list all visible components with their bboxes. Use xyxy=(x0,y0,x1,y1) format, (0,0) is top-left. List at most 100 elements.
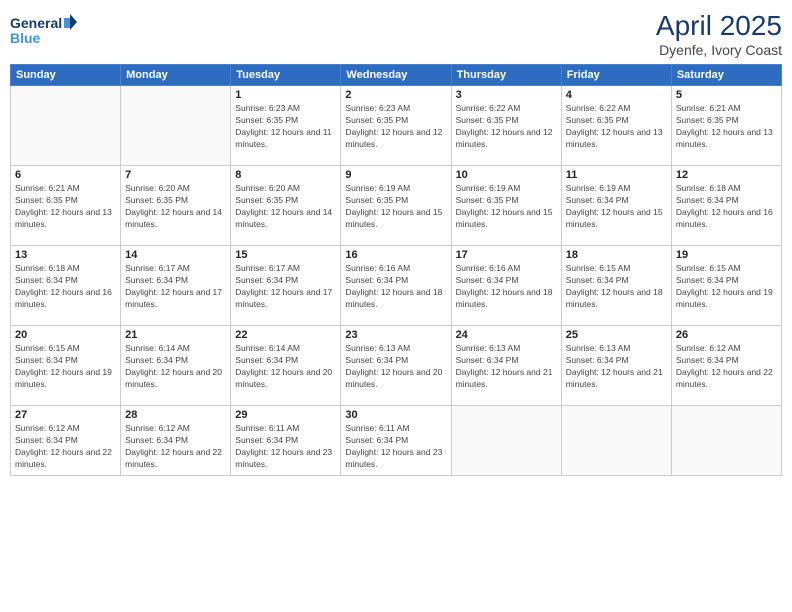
day-number: 25 xyxy=(566,329,667,341)
table-row: 11 Sunrise: 6:19 AMSunset: 6:34 PMDayligh… xyxy=(561,166,671,246)
table-row: 30Sunrise: 6:11 AMSunset: 6:34 PMDayligh… xyxy=(341,406,451,476)
day-info: Sunrise: 6:13 AMSunset: 6:34 PMDaylight:… xyxy=(566,343,667,391)
day-info: Sunrise: 6:23 AMSunset: 6:35 PMDaylight:… xyxy=(345,103,446,151)
day-number: 26 xyxy=(676,329,777,341)
day-number: 15 xyxy=(235,249,336,261)
table-row xyxy=(671,406,781,476)
table-row: 22 Sunrise: 6:14 AMSunset: 6:34 PMDayligh… xyxy=(231,326,341,406)
table-row: 21Sunrise: 6:14 AMSunset: 6:34 PMDayligh… xyxy=(121,326,231,406)
day-info: Sunrise: 6:15 AMSunset: 6:34 PMDaylight:… xyxy=(15,343,116,391)
day-number: 22 xyxy=(235,329,336,341)
day-info: Sunrise: 6:18 AMSunset: 6:34 PMDaylight:… xyxy=(15,263,116,311)
table-row: 24Sunrise: 6:13 AMSunset: 6:34 PMDayligh… xyxy=(451,326,561,406)
table-row xyxy=(121,86,231,166)
table-row xyxy=(561,406,671,476)
day-number: 20 xyxy=(15,329,116,341)
svg-text:Blue: Blue xyxy=(10,30,41,46)
day-info: Sunrise: 6:20 AMSunset: 6:35 PMDaylight:… xyxy=(235,183,336,231)
table-row: 5Sunrise: 6:21 AMSunset: 6:35 PMDaylight… xyxy=(671,86,781,166)
day-number: 21 xyxy=(125,329,226,341)
day-info: Sunrise: 6:15 AMSunset: 6:34 PMDaylight:… xyxy=(566,263,667,311)
day-number: 7 xyxy=(125,169,226,181)
day-info: Sunrise: 6:11 AMSunset: 6:34 PMDaylight:… xyxy=(235,423,336,471)
col-tuesday: Tuesday xyxy=(231,65,341,86)
day-number: 29 xyxy=(235,409,336,421)
day-info: Sunrise: 6:19 AMSunset: 6:35 PMDaylight:… xyxy=(345,183,446,231)
day-number: 5 xyxy=(676,89,777,101)
day-info: Sunrise: 6:12 AMSunset: 6:34 PMDaylight:… xyxy=(676,343,777,391)
day-number: 30 xyxy=(345,409,446,421)
day-info: Sunrise: 6:19 AMSunset: 6:34 PMDaylight:… xyxy=(566,183,667,231)
table-row: 27 Sunrise: 6:12 AMSunset: 6:34 PMDayligh… xyxy=(11,406,121,476)
day-number: 11 xyxy=(566,169,667,181)
table-row: 14Sunrise: 6:17 AMSunset: 6:34 PMDayligh… xyxy=(121,246,231,326)
day-number: 10 xyxy=(456,169,557,181)
header-row: Sunday Monday Tuesday Wednesday Thursday… xyxy=(11,65,782,86)
day-info: Sunrise: 6:16 AMSunset: 6:34 PMDaylight:… xyxy=(345,263,446,311)
day-info: Sunrise: 6:14 AMSunset: 6:34 PMDaylight:… xyxy=(235,343,336,391)
day-info: Sunrise: 6:20 AMSunset: 6:35 PMDaylight:… xyxy=(125,183,226,231)
title-block: April 2025 Dyenfe, Ivory Coast xyxy=(656,10,782,58)
logo-icon: General Blue xyxy=(10,10,80,48)
table-row: 20 Sunrise: 6:15 AMSunset: 6:34 PMDayligh… xyxy=(11,326,121,406)
day-number: 9 xyxy=(345,169,446,181)
table-row: 15Sunrise: 6:17 AMSunset: 6:34 PMDayligh… xyxy=(231,246,341,326)
calendar-row-5: 27 Sunrise: 6:12 AMSunset: 6:34 PMDayligh… xyxy=(11,406,782,476)
day-info: Sunrise: 6:22 AMSunset: 6:35 PMDaylight:… xyxy=(566,103,667,151)
table-row xyxy=(11,86,121,166)
day-info: Sunrise: 6:19 AMSunset: 6:35 PMDaylight:… xyxy=(456,183,557,231)
table-row: 13 Sunrise: 6:18 AMSunset: 6:34 PMDayligh… xyxy=(11,246,121,326)
table-row: 25 Sunrise: 6:13 AMSunset: 6:34 PMDayligh… xyxy=(561,326,671,406)
calendar-row-4: 20 Sunrise: 6:15 AMSunset: 6:34 PMDayligh… xyxy=(11,326,782,406)
calendar-row-3: 13 Sunrise: 6:18 AMSunset: 6:34 PMDayligh… xyxy=(11,246,782,326)
calendar-title: April 2025 xyxy=(656,10,782,42)
day-number: 6 xyxy=(15,169,116,181)
day-number: 12 xyxy=(676,169,777,181)
day-number: 2 xyxy=(345,89,446,101)
table-row: 16 Sunrise: 6:16 AMSunset: 6:34 PMDayligh… xyxy=(341,246,451,326)
calendar-row-2: 6 Sunrise: 6:21 AMSunset: 6:35 PMDaylight… xyxy=(11,166,782,246)
col-monday: Monday xyxy=(121,65,231,86)
day-number: 13 xyxy=(15,249,116,261)
day-number: 8 xyxy=(235,169,336,181)
day-number: 28 xyxy=(125,409,226,421)
day-number: 27 xyxy=(15,409,116,421)
table-row: 9 Sunrise: 6:19 AMSunset: 6:35 PMDaylight… xyxy=(341,166,451,246)
header: General Blue April 2025 Dyenfe, Ivory Co… xyxy=(10,10,782,58)
day-number: 19 xyxy=(676,249,777,261)
page: General Blue April 2025 Dyenfe, Ivory Co… xyxy=(0,0,792,612)
svg-text:General: General xyxy=(10,15,62,31)
day-number: 4 xyxy=(566,89,667,101)
table-row: 4 Sunrise: 6:22 AMSunset: 6:35 PMDaylight… xyxy=(561,86,671,166)
col-sunday: Sunday xyxy=(11,65,121,86)
day-info: Sunrise: 6:13 AMSunset: 6:34 PMDaylight:… xyxy=(345,343,446,391)
table-row: 6 Sunrise: 6:21 AMSunset: 6:35 PMDaylight… xyxy=(11,166,121,246)
day-number: 23 xyxy=(345,329,446,341)
day-info: Sunrise: 6:12 AMSunset: 6:34 PMDaylight:… xyxy=(125,423,226,471)
day-info: Sunrise: 6:21 AMSunset: 6:35 PMDaylight:… xyxy=(15,183,116,231)
table-row: 12 Sunrise: 6:18 AMSunset: 6:34 PMDayligh… xyxy=(671,166,781,246)
table-row: 26 Sunrise: 6:12 AMSunset: 6:34 PMDayligh… xyxy=(671,326,781,406)
day-info: Sunrise: 6:15 AMSunset: 6:34 PMDaylight:… xyxy=(676,263,777,311)
calendar-row-1: 1 Sunrise: 6:23 AMSunset: 6:35 PMDaylight… xyxy=(11,86,782,166)
calendar-header: Sunday Monday Tuesday Wednesday Thursday… xyxy=(11,65,782,86)
calendar-subtitle: Dyenfe, Ivory Coast xyxy=(656,42,782,58)
logo: General Blue xyxy=(10,10,80,53)
calendar-table: Sunday Monday Tuesday Wednesday Thursday… xyxy=(10,64,782,476)
table-row: 17Sunrise: 6:16 AMSunset: 6:34 PMDayligh… xyxy=(451,246,561,326)
table-row xyxy=(451,406,561,476)
table-row: 2 Sunrise: 6:23 AMSunset: 6:35 PMDaylight… xyxy=(341,86,451,166)
day-info: Sunrise: 6:18 AMSunset: 6:34 PMDaylight:… xyxy=(676,183,777,231)
day-number: 1 xyxy=(235,89,336,101)
table-row: 28 Sunrise: 6:12 AMSunset: 6:34 PMDayligh… xyxy=(121,406,231,476)
day-number: 24 xyxy=(456,329,557,341)
day-info: Sunrise: 6:22 AMSunset: 6:35 PMDaylight:… xyxy=(456,103,557,151)
day-number: 14 xyxy=(125,249,226,261)
day-info: Sunrise: 6:12 AMSunset: 6:34 PMDaylight:… xyxy=(15,423,116,471)
day-info: Sunrise: 6:16 AMSunset: 6:34 PMDaylight:… xyxy=(456,263,557,311)
day-number: 16 xyxy=(345,249,446,261)
table-row: 10 Sunrise: 6:19 AMSunset: 6:35 PMDayligh… xyxy=(451,166,561,246)
col-saturday: Saturday xyxy=(671,65,781,86)
table-row: 29 Sunrise: 6:11 AMSunset: 6:34 PMDayligh… xyxy=(231,406,341,476)
table-row: 1Sunrise: 6:23 AMSunset: 6:35 PMDaylight… xyxy=(231,86,341,166)
